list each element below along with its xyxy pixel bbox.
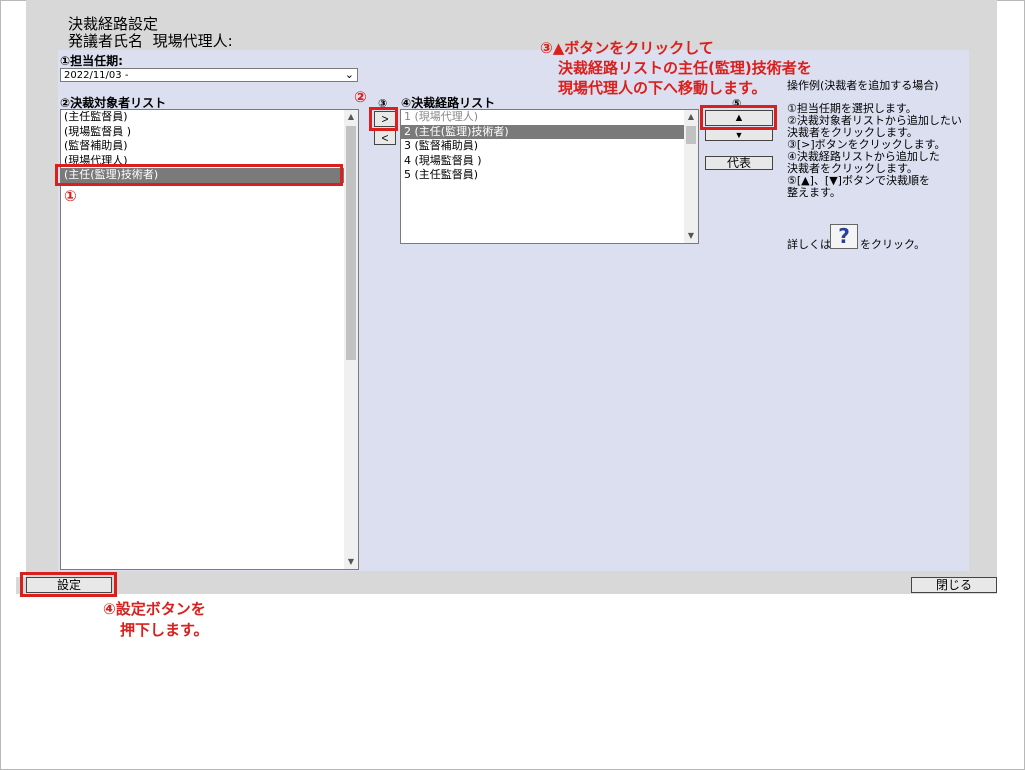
- close-button[interactable]: 閉じる: [911, 577, 997, 593]
- highlight-add-button: [369, 107, 398, 131]
- scroll-thumb[interactable]: [686, 126, 696, 144]
- list-item[interactable]: (監督補助員): [61, 139, 358, 154]
- highlight-set-button: [20, 572, 117, 597]
- requester-label: 発議者氏名: [68, 32, 144, 50]
- annotation-3-line3: 現場代理人の下へ移動します。: [558, 79, 767, 97]
- annotation-1: ①: [64, 187, 77, 205]
- remove-from-route-button[interactable]: <: [374, 130, 396, 145]
- representative-button[interactable]: 代表: [705, 156, 773, 170]
- list-item[interactable]: 1 (現場代理人): [401, 110, 698, 125]
- help-more-suffix: をクリック。: [860, 238, 926, 251]
- help-question-icon[interactable]: ?: [830, 224, 858, 249]
- scroll-thumb[interactable]: [346, 126, 356, 360]
- highlight-candidate: [55, 164, 343, 186]
- scroll-up-icon[interactable]: ▲: [344, 111, 358, 123]
- route-scrollbar[interactable]: ▲ ▼: [684, 110, 698, 243]
- annotation-3-line2: 決裁経路リストの主任(監理)技術者を: [558, 59, 812, 77]
- list-item[interactable]: (主任監督員): [61, 110, 358, 125]
- list-item[interactable]: 4 (現場監督員 ): [401, 154, 698, 169]
- list-item[interactable]: 5 (主任監督員): [401, 168, 698, 183]
- scroll-down-icon[interactable]: ▼: [684, 230, 698, 242]
- annotation-3-line1: ③▲ボタンをクリックして: [540, 39, 714, 57]
- list-item[interactable]: 3 (監督補助員): [401, 139, 698, 154]
- chevron-down-icon[interactable]: ⌄: [345, 68, 354, 82]
- annotation-4-line2: 押下します。: [120, 621, 209, 639]
- candidates-scrollbar[interactable]: ▲ ▼: [344, 110, 358, 569]
- list-item-selected[interactable]: 2 (主任(監理)技術者): [401, 124, 698, 140]
- annotation-4-line1: ④設定ボタンを: [103, 600, 206, 618]
- list-item[interactable]: (現場監督員 ): [61, 125, 358, 140]
- highlight-up-button: [700, 105, 777, 130]
- help-heading: 操作例(決裁者を追加する場合): [787, 79, 939, 92]
- term-select[interactable]: 2022/11/03 - ⌄: [60, 68, 358, 82]
- help-more-prefix: 詳しくは: [787, 238, 831, 251]
- route-listbox[interactable]: 1 (現場代理人) 2 (主任(監理)技術者) 3 (監督補助員) 4 (現場監…: [400, 109, 699, 244]
- scroll-down-icon[interactable]: ▼: [344, 556, 358, 568]
- term-label: ①担当任期:: [60, 54, 123, 68]
- term-select-value: 2022/11/03 -: [64, 70, 129, 81]
- help-line: 整えます。: [787, 186, 841, 199]
- footer-bar: [16, 577, 997, 594]
- requester-value: 現場代理人:: [152, 32, 233, 50]
- requester-line: 発議者氏名 現場代理人:: [68, 33, 233, 50]
- scroll-up-icon[interactable]: ▲: [684, 111, 698, 123]
- annotation-2: ②: [354, 88, 367, 106]
- page-title: 決裁経路設定: [68, 15, 159, 33]
